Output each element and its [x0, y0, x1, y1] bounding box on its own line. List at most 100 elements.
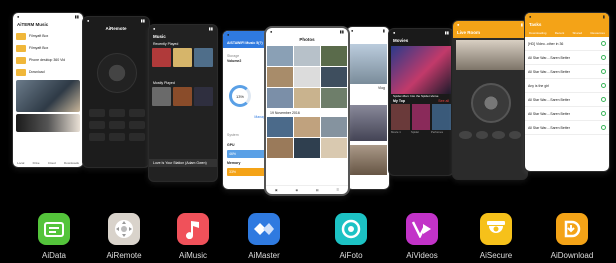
photo-tile[interactable] [321, 46, 347, 66]
nav-tab[interactable]: ☰ [336, 188, 339, 192]
download-row[interactable]: All Star War....Saren Better [525, 121, 609, 135]
dpad-control[interactable] [97, 53, 137, 93]
list-item[interactable]: Download [13, 66, 83, 78]
key-button[interactable] [89, 133, 105, 141]
status-bar: ● ▮▮ [17, 14, 79, 19]
key-button[interactable] [129, 133, 145, 141]
download-status-icon[interactable] [601, 83, 606, 88]
app-aifoto[interactable]: AiFoto [316, 213, 386, 260]
app-airemote[interactable]: AiRemote [89, 213, 159, 260]
download-row[interactable]: All Star War....Saren Better [525, 65, 609, 79]
key-button[interactable] [492, 131, 505, 139]
status-bar: ● ▮▮ [270, 29, 344, 34]
now-playing-bar[interactable]: Love Is Your Station (Adam Gwen) [149, 159, 217, 167]
phone-airemote-orange: ● ▮ Live Room [452, 20, 528, 180]
photo-thumbnail[interactable] [16, 80, 80, 112]
app-header: Music [153, 34, 166, 39]
album-cover[interactable] [194, 87, 213, 106]
status-bar: ●▮ [351, 28, 385, 33]
list-item[interactable]: Phone desktop 360 Vid [13, 54, 83, 66]
album-cover[interactable] [173, 48, 192, 67]
download-row[interactable]: Any is the girl [525, 79, 609, 93]
nav-tab[interactable]: ▤ [316, 188, 319, 192]
folder-card-icon [38, 213, 70, 245]
app-icon-row: AiData AiRemote AiMusic AiMaster AiFoto … [0, 213, 616, 263]
photo-tile[interactable] [294, 46, 320, 66]
photo-tile[interactable] [267, 117, 293, 137]
tab[interactable]: Downloading [529, 30, 546, 37]
photo-tile[interactable] [294, 138, 320, 158]
folder-icon [16, 44, 26, 52]
featured-banner[interactable] [391, 46, 451, 94]
tab[interactable]: Recent [555, 30, 565, 37]
photo-tile[interactable] [267, 46, 293, 66]
album-cover[interactable] [194, 48, 213, 67]
app-aidata[interactable]: AiData [19, 213, 89, 260]
photo-tile[interactable] [321, 88, 347, 108]
memory-bar: 33% [227, 168, 269, 176]
video-thumbnail[interactable] [349, 145, 387, 175]
app-aimaster[interactable]: AiMaster [229, 213, 299, 260]
app-aisecure[interactable]: AiSecure [461, 213, 531, 260]
download-status-icon[interactable] [601, 69, 606, 74]
nav-tab[interactable]: Drive [33, 161, 40, 165]
download-row[interactable]: [HD] Video..other in 36 [525, 37, 609, 51]
photo-tile[interactable] [321, 117, 347, 137]
download-status-icon[interactable] [601, 41, 606, 46]
photo-thumbnail[interactable] [16, 114, 80, 132]
download-row[interactable]: All Star War....Saren Better [525, 93, 609, 107]
key-button[interactable] [129, 121, 145, 129]
nav-tab[interactable]: Cloud [48, 161, 56, 165]
tab[interactable]: Resources [590, 30, 604, 37]
photo-tile[interactable] [267, 138, 293, 158]
nav-tab[interactable]: Downloads [64, 161, 79, 165]
key-button[interactable] [129, 109, 145, 117]
photo-tile[interactable] [294, 117, 320, 137]
list-item[interactable]: Filmyaft Box [13, 42, 83, 54]
list-item[interactable]: Filmyaft Box [13, 30, 83, 42]
key-button[interactable] [89, 121, 105, 129]
app-aimusic[interactable]: AiMusic [158, 213, 228, 260]
app-header: Live Room [453, 28, 527, 38]
photo-tile[interactable] [321, 67, 347, 87]
key-button[interactable] [109, 133, 125, 141]
app-aivideos[interactable]: AiVideos [387, 213, 457, 260]
nav-tab[interactable]: Local [17, 161, 24, 165]
photo-tile[interactable] [321, 138, 347, 158]
photo-tile[interactable] [294, 88, 320, 108]
poster[interactable] [411, 104, 431, 130]
video-thumbnail[interactable] [349, 44, 387, 84]
key-button[interactable] [459, 131, 472, 139]
app-aidownload[interactable]: AiDownload [537, 213, 607, 260]
download-row[interactable]: All Star War....Saren Better [525, 51, 609, 65]
status-bar: ● ▮▮ [153, 26, 213, 31]
poster[interactable] [391, 104, 410, 130]
nav-tab[interactable]: ◉ [295, 188, 298, 192]
app-header: Photos [299, 37, 315, 42]
download-row[interactable]: All Star War....Saren Better [525, 107, 609, 121]
photo-tile[interactable] [267, 67, 293, 87]
video-thumbnail[interactable] [349, 105, 387, 141]
phone-aimusic: ● ▮▮ Music Recently Played Mostly Played … [148, 24, 218, 182]
key-button[interactable] [109, 121, 125, 129]
download-status-icon[interactable] [601, 111, 606, 116]
download-status-icon[interactable] [601, 55, 606, 60]
nav-tab[interactable]: ▣ [275, 188, 278, 192]
album-cover[interactable] [152, 87, 171, 106]
tab[interactable]: Shared [573, 30, 583, 37]
poster[interactable] [432, 104, 452, 130]
photo-tile[interactable] [267, 88, 293, 108]
key-button[interactable] [475, 131, 488, 139]
download-status-icon[interactable] [601, 125, 606, 130]
key-button[interactable] [89, 109, 105, 117]
album-row [149, 47, 217, 73]
key-button[interactable] [109, 109, 125, 117]
folder-icon [16, 32, 26, 40]
poster-row [389, 104, 453, 130]
download-status-icon[interactable] [601, 97, 606, 102]
album-cover[interactable] [173, 87, 192, 106]
dpad-control[interactable] [471, 83, 511, 123]
photo-tile[interactable] [294, 67, 320, 87]
key-button[interactable] [508, 131, 521, 139]
album-cover[interactable] [152, 48, 171, 67]
